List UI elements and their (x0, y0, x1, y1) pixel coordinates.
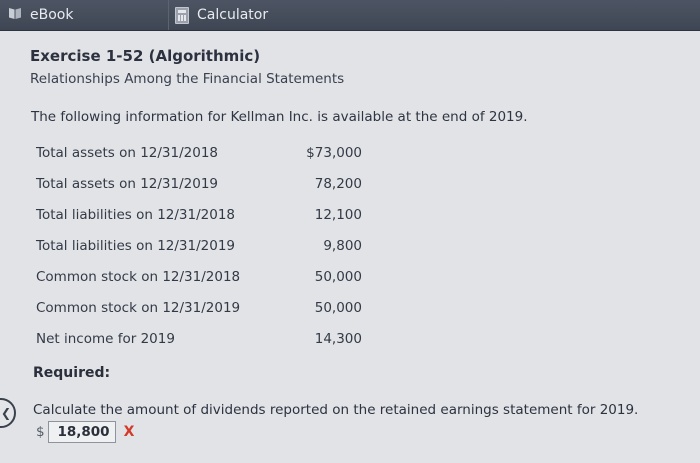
row-label: Common stock on 12/31/2019 (36, 300, 241, 316)
intro-text: The following information for Kellman In… (31, 109, 528, 125)
row-label: Total liabilities on 12/31/2018 (36, 207, 236, 223)
chevron-left-icon: ❮ (1, 406, 12, 420)
exercise-title: Exercise 1-52 (Algorithmic) (30, 47, 261, 65)
row-value: 12,100 (314, 207, 362, 223)
book-icon (8, 6, 22, 24)
collapse-handle[interactable]: ❮ (0, 398, 16, 428)
incorrect-x-icon: X (123, 424, 135, 440)
table-row: Total assets on 12/31/2018 $73,000 (36, 139, 376, 170)
tab-calculator-label: Calculator (197, 7, 269, 23)
exercise-subtitle: Relationships Among the Financial Statem… (30, 71, 345, 87)
exercise-panel: Exercise 1-52 (Algorithmic) Relationship… (0, 31, 700, 463)
currency-symbol: $ (36, 424, 45, 440)
tab-calculator[interactable]: Calculator (168, 0, 268, 30)
tab-ebook[interactable]: eBook (8, 0, 73, 30)
required-heading: Required: (33, 365, 111, 381)
calculator-icon (175, 6, 189, 24)
question-text: Calculate the amount of dividends report… (33, 402, 639, 418)
row-value: 50,000 (314, 300, 362, 316)
row-value: $73,000 (306, 145, 362, 161)
table-row: Total liabilities on 12/31/2018 12,100 (36, 201, 376, 232)
row-label: Common stock on 12/31/2018 (36, 269, 241, 285)
row-label: Total assets on 12/31/2018 (36, 145, 218, 161)
table-row: Total liabilities on 12/31/2019 9,800 (36, 232, 376, 263)
info-table: Total assets on 12/31/2018 $73,000 Total… (36, 139, 376, 356)
row-value: 9,800 (323, 238, 362, 254)
row-label: Total assets on 12/31/2019 (36, 176, 218, 192)
table-row: Net income for 2019 14,300 (36, 325, 376, 356)
row-value: 78,200 (314, 176, 362, 192)
table-row: Total assets on 12/31/2019 78,200 (36, 170, 376, 201)
row-label: Net income for 2019 (36, 331, 175, 347)
table-row: Common stock on 12/31/2018 50,000 (36, 263, 376, 294)
dividends-answer-input[interactable] (47, 421, 116, 443)
answer-row: $ X (36, 421, 134, 443)
row-label: Total liabilities on 12/31/2019 (36, 238, 236, 254)
row-value: 50,000 (314, 269, 362, 285)
top-toolbar: eBook Calculator (0, 0, 700, 31)
table-row: Common stock on 12/31/2019 50,000 (36, 294, 376, 325)
row-value: 14,300 (314, 331, 362, 347)
tab-ebook-label: eBook (30, 7, 74, 23)
